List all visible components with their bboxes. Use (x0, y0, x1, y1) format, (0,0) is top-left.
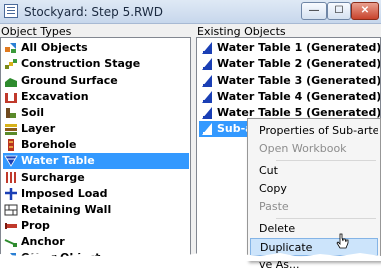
object-type-label: Excavation (21, 90, 89, 103)
object-type-water-table[interactable]: Water Table (3, 153, 189, 169)
surcharge-icon (4, 171, 18, 185)
existing-object-item[interactable]: Water Table 1 (Generated) (199, 40, 381, 56)
object-types-list[interactable]: All Objects Construction Stage Ground Su… (0, 37, 191, 261)
object-type-label: Retaining Wall (21, 203, 112, 216)
title-bar[interactable]: Stockyard: Step 5.RWD — ☐ ✕ (0, 0, 381, 24)
existing-object-label: Water Table 2 (Generated) (217, 57, 381, 70)
object-type-soil[interactable]: Soil (3, 105, 48, 121)
menu-item-properties[interactable]: Properties of Sub-artesian (250, 122, 378, 140)
water-table-object-icon (200, 122, 214, 136)
object-type-label: Water Table (21, 154, 95, 167)
borehole-icon (4, 138, 18, 152)
construction-stage-icon (4, 57, 18, 71)
menu-item-cut[interactable]: Cut (250, 162, 378, 180)
object-type-construction-stage[interactable]: Construction Stage (3, 56, 144, 72)
object-type-label: All Objects (21, 41, 88, 54)
menu-item-open-workbook[interactable]: Open Workbook (250, 140, 378, 158)
anchor-icon (4, 235, 18, 249)
excavation-icon (4, 90, 18, 104)
object-type-prop[interactable]: Prop (3, 218, 54, 234)
object-type-layer[interactable]: Layer (3, 121, 59, 137)
layer-icon (4, 122, 18, 136)
object-type-excavation[interactable]: Excavation (3, 89, 93, 105)
all-objects-icon (4, 41, 18, 55)
close-button[interactable]: ✕ (351, 2, 379, 20)
object-type-label: Layer (21, 122, 56, 135)
menu-item-delete[interactable]: Delete (250, 220, 378, 238)
water-table-object-icon (200, 106, 214, 120)
object-type-label: Imposed Load (21, 187, 108, 200)
menu-item-paste[interactable]: Paste (250, 198, 378, 216)
retaining-wall-icon (4, 203, 18, 217)
object-type-retaining-wall[interactable]: Retaining Wall (3, 202, 115, 218)
object-type-label: Ground Surface (21, 74, 118, 87)
object-type-label: Prop (21, 219, 50, 232)
object-type-borehole[interactable]: Borehole (3, 137, 80, 153)
water-table-object-icon (200, 74, 214, 88)
water-table-object-icon (200, 41, 214, 55)
object-type-imposed-load[interactable]: Imposed Load (3, 186, 112, 202)
object-type-label: Construction Stage (21, 57, 141, 70)
context-menu: Properties of Sub-artesian Open Workbook… (247, 118, 381, 271)
object-type-label: Surcharge (21, 171, 85, 184)
maximize-button[interactable]: ☐ (327, 2, 351, 20)
object-type-label: Soil (21, 106, 45, 119)
ground-surface-icon (4, 74, 18, 88)
existing-object-label: Water Table 1 (Generated) (217, 41, 381, 54)
menu-separator (276, 218, 376, 219)
minimize-button[interactable]: — (301, 2, 327, 20)
existing-object-item[interactable]: Water Table 3 (Generated) (199, 73, 381, 89)
water-table-object-icon (200, 90, 214, 104)
object-type-label: Borehole (21, 138, 77, 151)
imposed-load-icon (4, 187, 18, 201)
existing-object-item[interactable]: Water Table 4 (Generated) (199, 89, 381, 105)
window-title: Stockyard: Step 5.RWD (24, 5, 163, 19)
water-table-object-icon (200, 57, 214, 71)
prop-icon (4, 219, 18, 233)
water-table-icon (4, 154, 18, 168)
object-type-surcharge[interactable]: Surcharge (3, 170, 89, 186)
object-type-all-objects[interactable]: All Objects (3, 40, 92, 56)
window-app-icon[interactable] (4, 4, 18, 18)
existing-object-item[interactable]: Water Table 2 (Generated) (199, 56, 381, 72)
menu-item-copy[interactable]: Copy (250, 180, 378, 198)
torn-edge-decoration (0, 253, 381, 261)
object-type-label: Anchor (21, 235, 65, 248)
soil-icon (4, 106, 18, 120)
menu-separator (276, 160, 376, 161)
stockyard-window: Stockyard: Step 5.RWD — ☐ ✕ Object Types… (0, 0, 381, 271)
object-type-ground-surface[interactable]: Ground Surface (3, 73, 122, 89)
existing-object-label: Water Table 3 (Generated) (217, 74, 381, 87)
existing-object-label: Water Table 4 (Generated) (217, 90, 381, 103)
